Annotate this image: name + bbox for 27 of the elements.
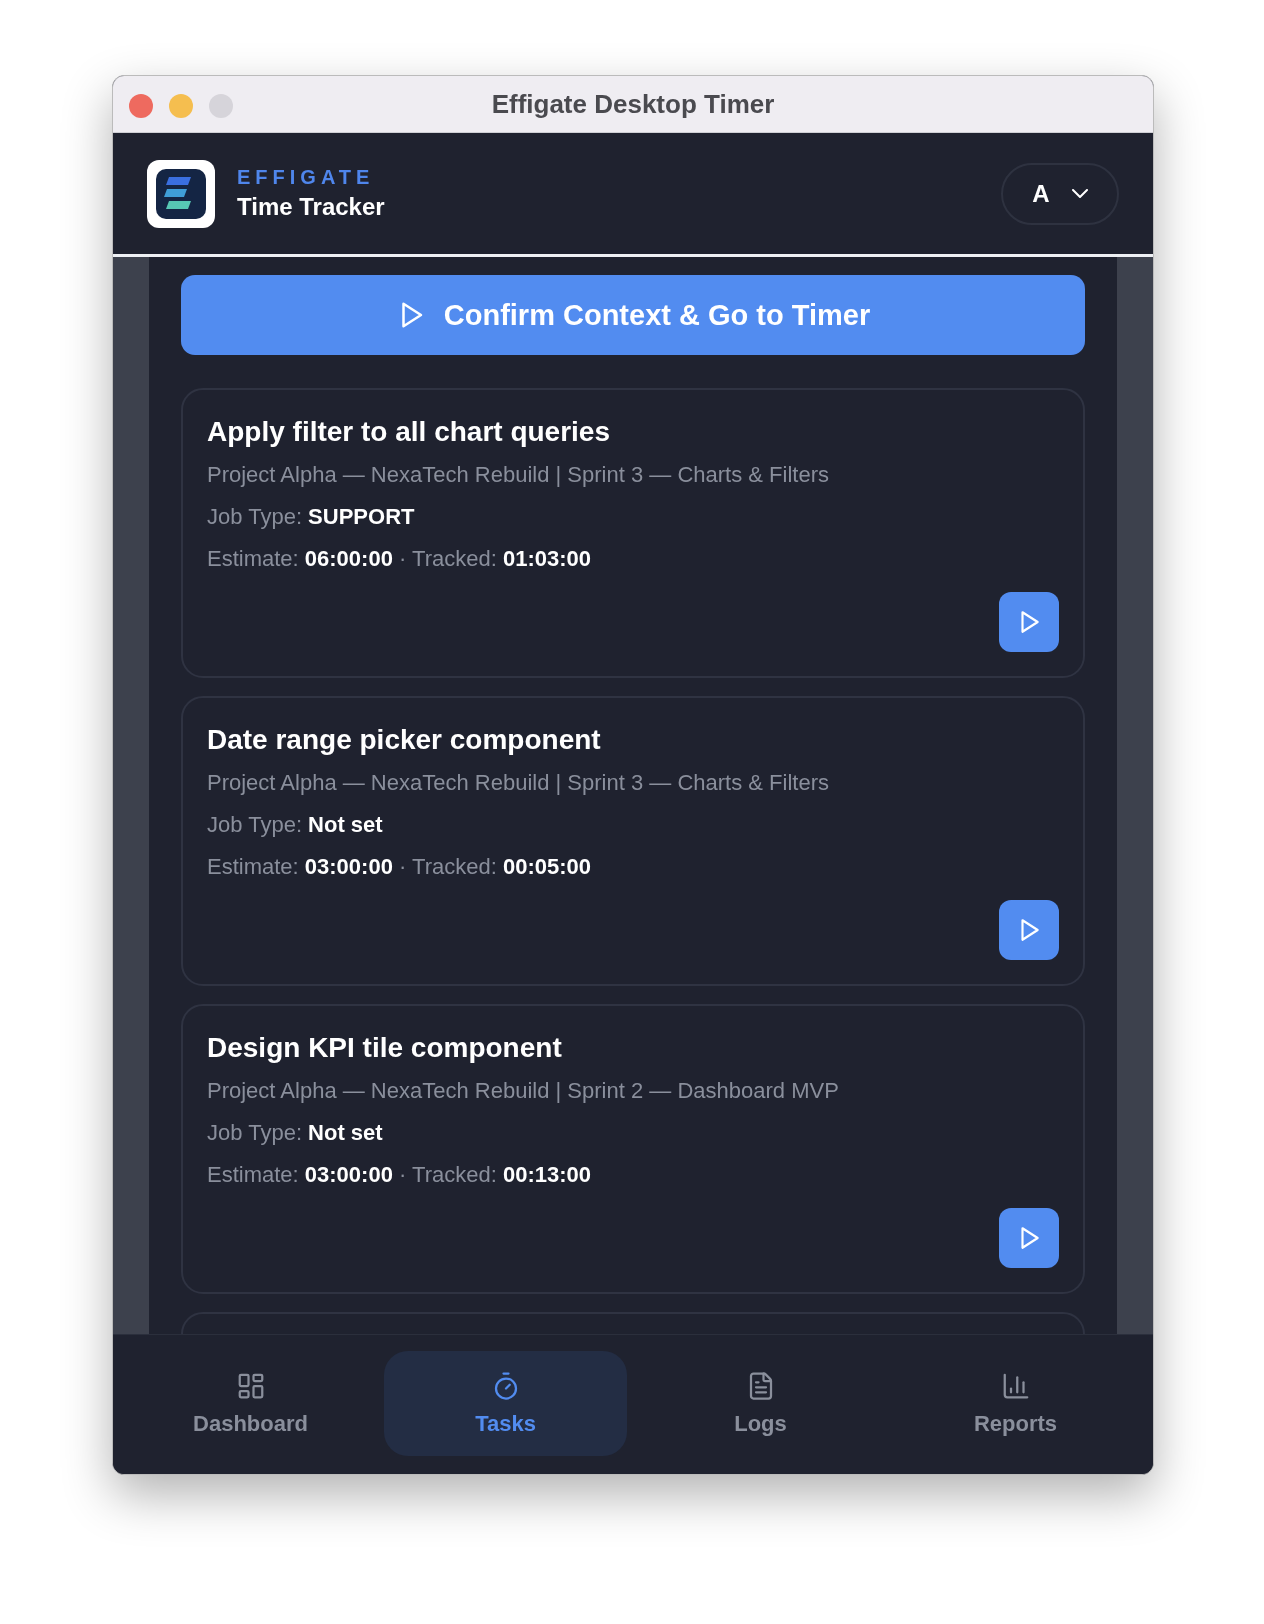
close-button[interactable] xyxy=(129,94,153,118)
nav-tab[interactable]: Reports xyxy=(894,1351,1137,1456)
task-context: Project Alpha — NexaTech Rebuild | Sprint 2 — Dashboard MVP xyxy=(207,1078,840,1104)
job-type: Job Type: Not set xyxy=(207,812,384,838)
nav-tab[interactable]: Logs xyxy=(639,1351,882,1456)
nav-tab[interactable]: Tasks xyxy=(384,1351,627,1456)
task-context: Project Alpha — NexaTech Rebuild | Sprint 3 — Charts & Filters xyxy=(207,462,830,488)
task-context: Project Alpha — NexaTech Rebuild | Sprint 3 — Charts & Filters xyxy=(207,770,830,796)
nav-tab[interactable]: Dashboard xyxy=(129,1351,372,1456)
time-summary: Estimate: 03:00:00 · Tracked: 00:13:00 xyxy=(207,1162,592,1188)
start-button[interactable] xyxy=(999,900,1059,960)
chevron-down-icon xyxy=(1071,189,1088,198)
window-title: Effigate Desktop Timer xyxy=(491,88,775,120)
job-type: Job Type: SUPPORT xyxy=(207,504,416,530)
app-subtitle: Time Tracker xyxy=(237,193,386,221)
task-title: Date range picker component xyxy=(207,724,602,756)
time-summary: Estimate: 03:00:00 · Tracked: 00:05:00 xyxy=(207,854,592,880)
job-type: Job Type: Not set xyxy=(207,1120,384,1146)
user-menu-button[interactable]: A xyxy=(1001,162,1119,225)
time-summary: Estimate: 06:00:00 · Tracked: 01:03:00 xyxy=(207,546,592,572)
brand-name: EFFIGATE xyxy=(237,166,376,189)
task-title: Design KPI tile component xyxy=(207,1032,563,1064)
start-button[interactable] xyxy=(999,1208,1059,1268)
logo-icon xyxy=(147,159,215,228)
start-button[interactable] xyxy=(999,592,1059,652)
confirm-button[interactable]: Confirm Context & Go to Timer xyxy=(181,275,1085,355)
task-title: Apply filter to all chart queries xyxy=(207,416,611,448)
